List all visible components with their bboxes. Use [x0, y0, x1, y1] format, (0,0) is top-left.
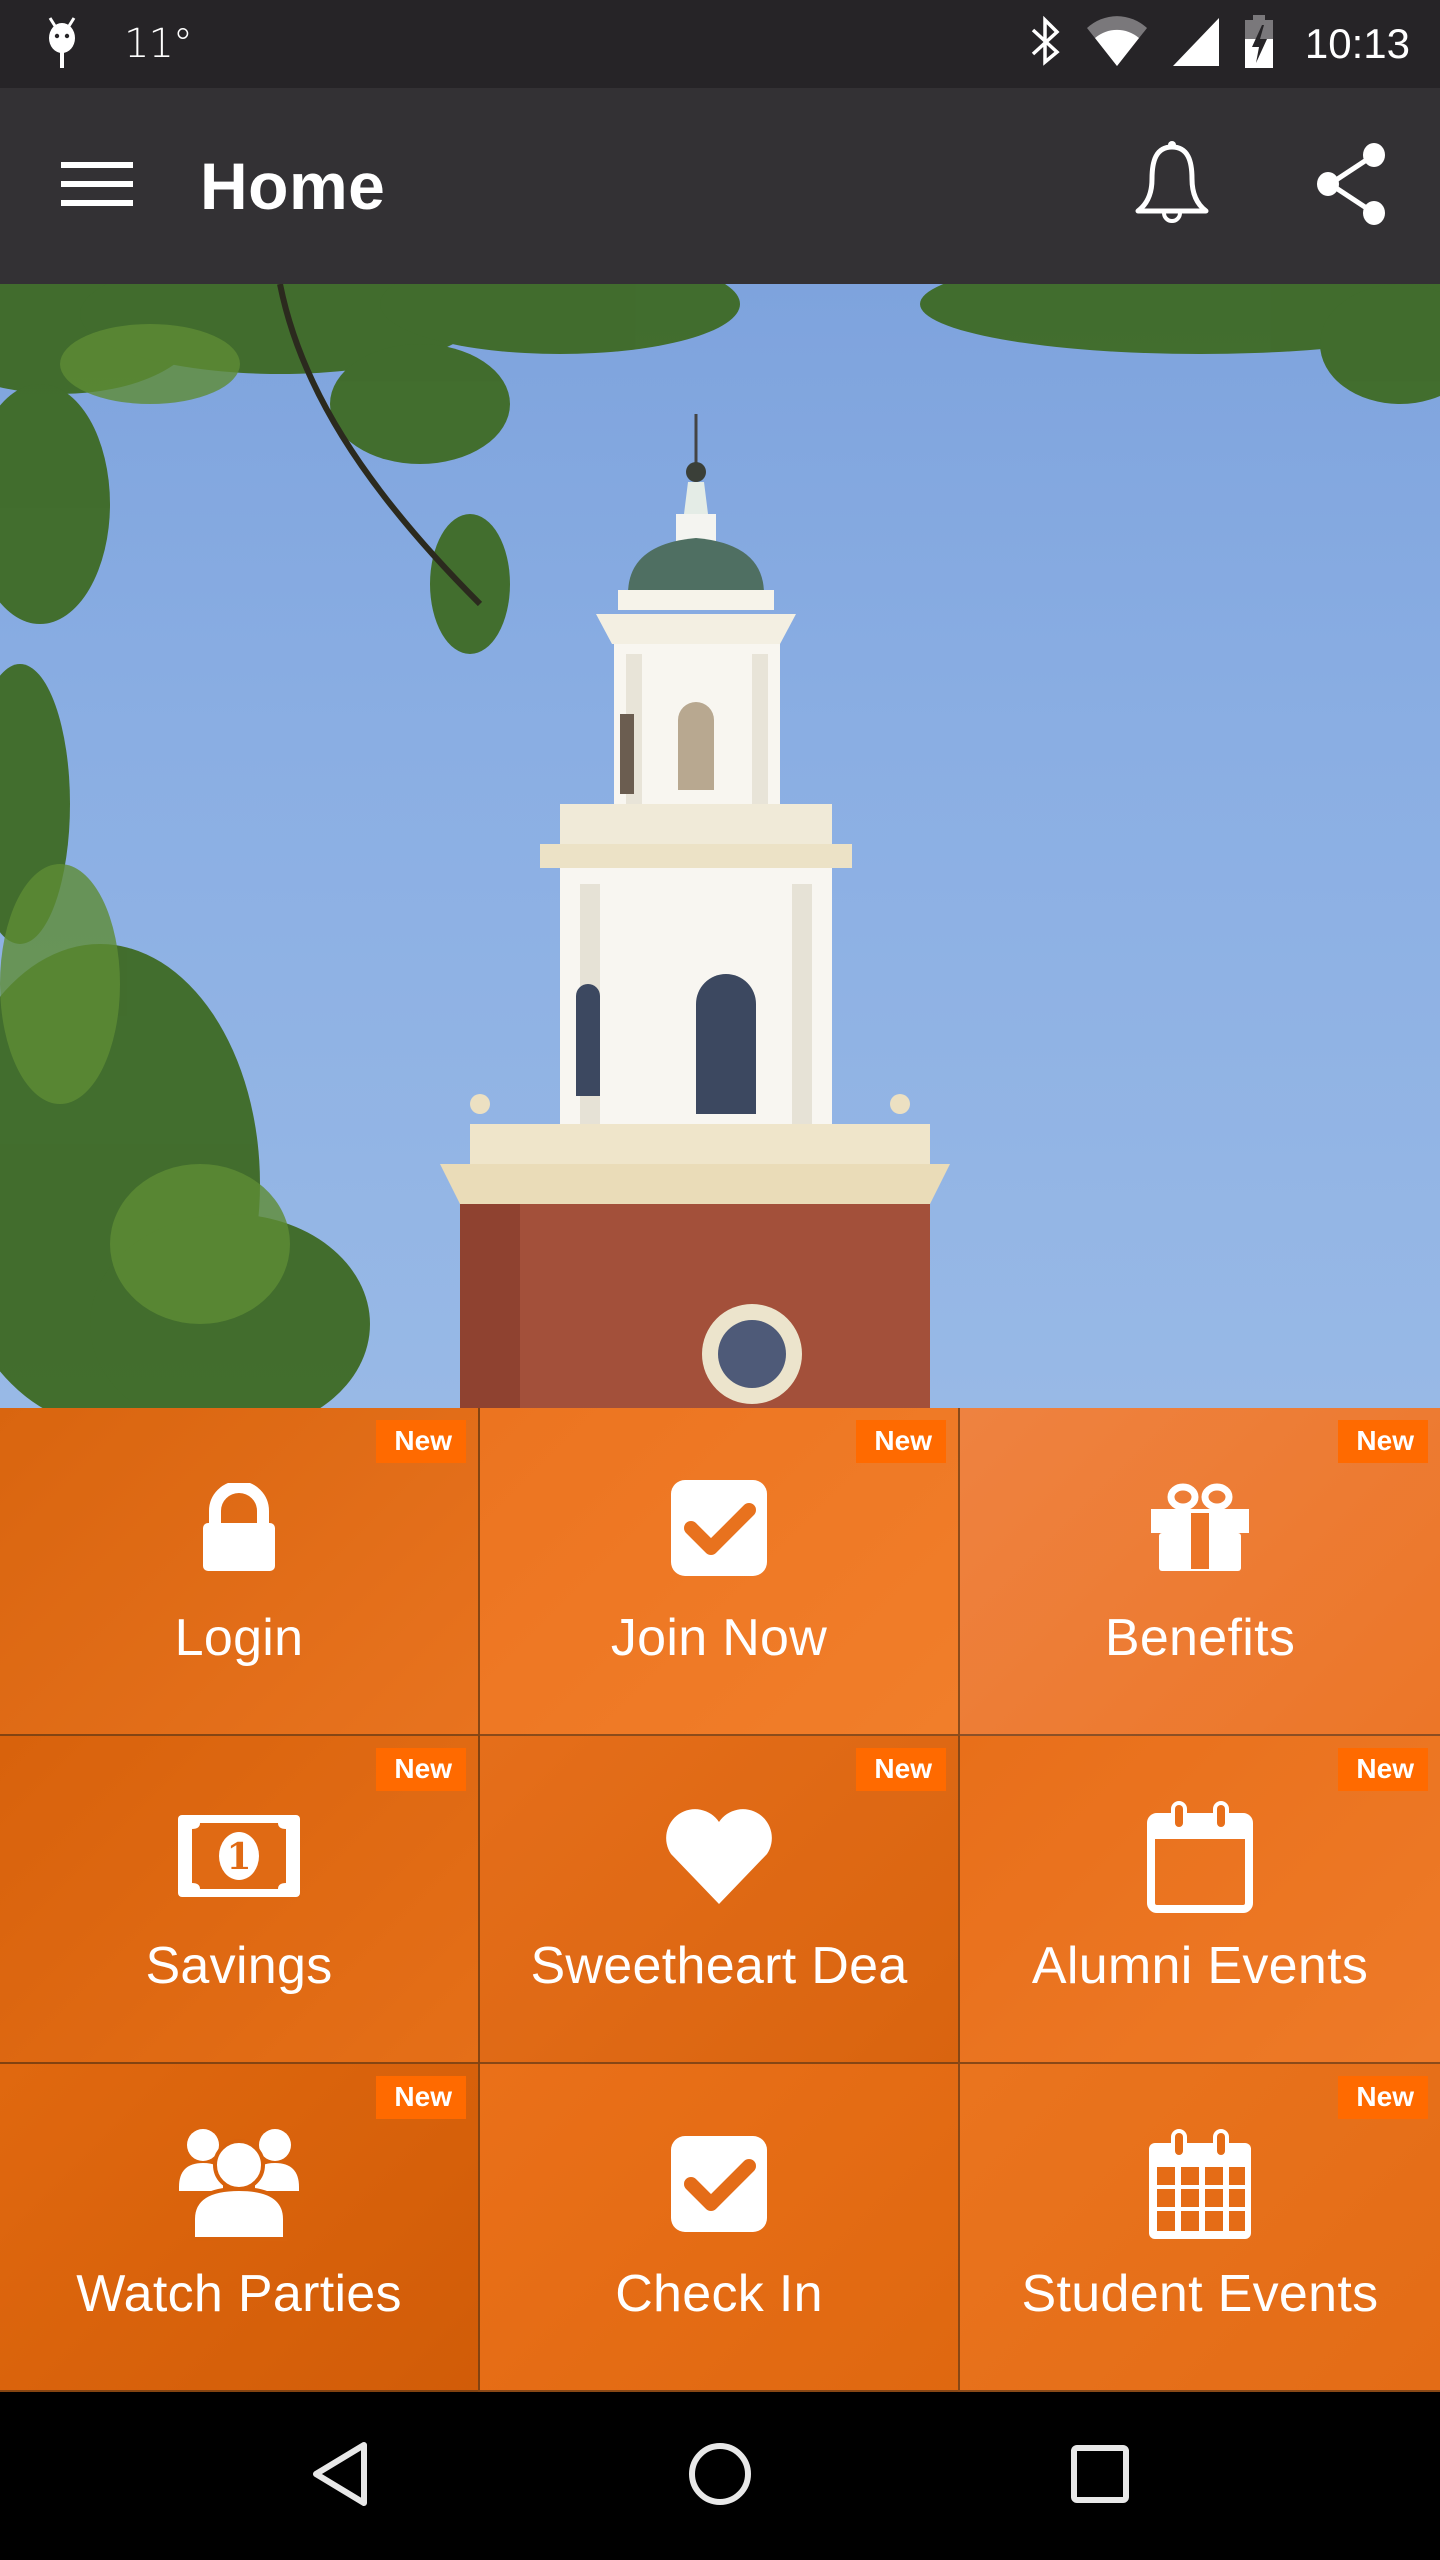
tile-login[interactable]: New Login [0, 1408, 480, 1736]
clock: 10:13 [1304, 20, 1410, 67]
android-debug-icon [40, 14, 84, 75]
recents-button[interactable] [1040, 2416, 1160, 2536]
wifi-icon [1085, 15, 1149, 73]
share-icon [1312, 141, 1392, 232]
new-badge: New [1338, 2076, 1428, 2119]
tile-label: Join Now [610, 1609, 828, 1667]
tile-alumni-events[interactable]: New Alumni Events [960, 1736, 1440, 2064]
tile-benefits[interactable]: New Benefits [960, 1408, 1440, 1736]
heart-icon [654, 1806, 784, 1906]
new-badge: New [1338, 1748, 1428, 1791]
tile-label: Student Events [1021, 2265, 1379, 2323]
tile-label: Watch Parties [76, 2265, 402, 2323]
svg-text:1: 1 [226, 1836, 251, 1878]
system-nav-bar [0, 2392, 1440, 2560]
tile-label: Sweetheart Dea [530, 1937, 908, 1995]
new-badge: New [376, 2076, 466, 2119]
home-circle-icon [687, 2441, 753, 2512]
tile-label: Benefits [1104, 1609, 1296, 1667]
lock-icon [174, 1478, 304, 1578]
bluetooth-icon [1029, 15, 1063, 73]
tile-label: Alumni Events [1031, 1937, 1369, 1995]
calendar-grid-icon [1135, 2129, 1265, 2239]
menu-button[interactable] [52, 141, 142, 231]
page-title: Home [200, 149, 386, 223]
tile-check-in[interactable]: Check In [480, 2064, 960, 2392]
bell-icon [1132, 139, 1212, 234]
tile-savings[interactable]: New 1 Savings [0, 1736, 480, 2064]
tile-label: Savings [145, 1937, 333, 1995]
dollar-bill-icon: 1 [174, 1806, 304, 1906]
hamburger-menu-icon [61, 160, 133, 213]
checkbox-icon [654, 2134, 784, 2234]
clock-tower-illustration [0, 284, 1440, 1409]
weather-temperature: 11° [124, 21, 193, 67]
app-bar: Home [0, 88, 1440, 284]
hero-image [0, 284, 1440, 1409]
tile-student-events[interactable]: New Student Events [960, 2064, 1440, 2392]
new-badge: New [856, 1420, 946, 1463]
back-button[interactable] [280, 2416, 400, 2536]
status-bar: 11° 10:13 [0, 0, 1440, 88]
gift-icon [1135, 1478, 1265, 1578]
tile-watch-parties[interactable]: New Watch Parties [0, 2064, 480, 2392]
notifications-button[interactable] [1122, 136, 1222, 236]
checkbox-icon [654, 1478, 784, 1578]
cell-signal-icon [1171, 16, 1221, 73]
new-badge: New [856, 1748, 946, 1791]
group-icon [174, 2129, 304, 2241]
new-badge: New [376, 1420, 466, 1463]
battery-charging-icon [1243, 14, 1275, 74]
tile-label: Login [174, 1609, 304, 1667]
tile-sweetheart-deals[interactable]: New Sweetheart Dea [480, 1736, 960, 2064]
back-triangle-icon [310, 2441, 370, 2512]
tile-join-now[interactable]: New Join Now [480, 1408, 960, 1736]
new-badge: New [1338, 1420, 1428, 1463]
calendar-icon [1135, 1801, 1265, 1913]
home-button[interactable] [660, 2416, 780, 2536]
menu-tile-grid: New Login New Join Now New Benefits New … [0, 1408, 1440, 2392]
tile-label: Check In [615, 2265, 823, 2323]
recents-square-icon [1070, 2444, 1130, 2509]
share-button[interactable] [1302, 136, 1402, 236]
new-badge: New [376, 1748, 466, 1791]
